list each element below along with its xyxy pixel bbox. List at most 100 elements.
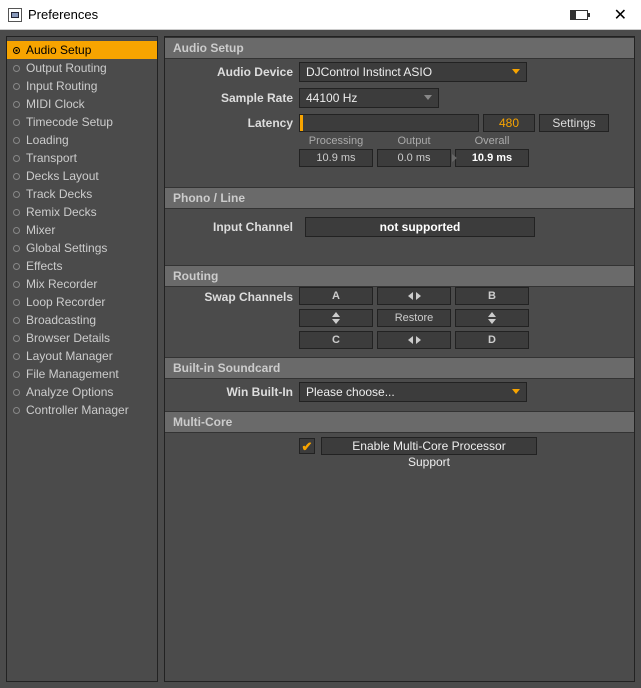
latency-values: 10.9 ms 0.0 ms 10.9 ms xyxy=(299,149,634,167)
label-latency: Latency xyxy=(173,116,293,130)
sidebar-item-browser-details[interactable]: Browser Details xyxy=(7,329,157,347)
sidebar-item-loading[interactable]: Loading xyxy=(7,131,157,149)
dropdown-win-builtin[interactable]: Please choose... xyxy=(299,382,527,402)
section-multi-core: Multi-Core xyxy=(165,411,634,433)
sidebar-item-loop-recorder[interactable]: Loop Recorder xyxy=(7,293,157,311)
radio-icon xyxy=(13,173,20,180)
sidebar-item-remix-decks[interactable]: Remix Decks xyxy=(7,203,157,221)
radio-icon xyxy=(13,335,20,342)
window-title: Preferences xyxy=(28,7,570,22)
chevron-down-icon xyxy=(512,389,520,394)
dropdown-sample-rate[interactable]: 44100 Hz xyxy=(299,88,439,108)
restore-button[interactable]: Restore xyxy=(377,309,451,327)
radio-icon xyxy=(13,263,20,270)
dropdown-win-builtin-value: Please choose... xyxy=(306,385,395,399)
multicore-checkbox[interactable]: ✔ xyxy=(299,438,315,454)
label-swap-channels: Swap Channels xyxy=(173,290,293,304)
sidebar-item-decks-layout[interactable]: Decks Layout xyxy=(7,167,157,185)
sidebar-item-label: Remix Decks xyxy=(26,205,97,219)
sidebar-item-layout-manager[interactable]: Layout Manager xyxy=(7,347,157,365)
section-audio-setup: Audio Setup xyxy=(165,37,634,59)
sidebar-item-label: Browser Details xyxy=(26,331,110,345)
sidebar-item-output-routing[interactable]: Output Routing xyxy=(7,59,157,77)
swap-b-d-button[interactable] xyxy=(455,309,529,327)
sidebar-item-controller-manager[interactable]: Controller Manager xyxy=(7,401,157,419)
swap-a-button[interactable]: A xyxy=(299,287,373,305)
section-routing: Routing xyxy=(165,265,634,287)
arrow-right-icon xyxy=(452,154,457,162)
sidebar-item-label: Layout Manager xyxy=(26,349,113,363)
sidebar-item-label: Broadcasting xyxy=(26,313,96,327)
sidebar-item-global-settings[interactable]: Global Settings xyxy=(7,239,157,257)
sidebar-item-label: Loop Recorder xyxy=(26,295,105,309)
sidebar-item-file-management[interactable]: File Management xyxy=(7,365,157,383)
sidebar-item-analyze-options[interactable]: Analyze Options xyxy=(7,383,157,401)
radio-icon xyxy=(13,191,20,198)
sidebar-item-label: Effects xyxy=(26,259,62,273)
sidebar-item-track-decks[interactable]: Track Decks xyxy=(7,185,157,203)
input-channel-value: not supported xyxy=(305,217,535,237)
sidebar-item-mix-recorder[interactable]: Mix Recorder xyxy=(7,275,157,293)
sidebar-item-label: MIDI Clock xyxy=(26,97,85,111)
radio-icon xyxy=(13,101,20,108)
arrow-down-icon xyxy=(332,319,340,324)
latency-value[interactable]: 480 xyxy=(483,114,535,132)
sidebar-item-transport[interactable]: Transport xyxy=(7,149,157,167)
lat-hdr-output: Output xyxy=(377,135,451,147)
arrow-up-icon xyxy=(332,312,340,317)
sidebar-item-effects[interactable]: Effects xyxy=(7,257,157,275)
sidebar-item-input-routing[interactable]: Input Routing xyxy=(7,77,157,95)
sidebar-item-audio-setup[interactable]: Audio Setup xyxy=(7,41,157,59)
dropdown-audio-device[interactable]: DJControl Instinct ASIO xyxy=(299,62,527,82)
chevron-down-icon xyxy=(512,69,520,74)
swap-c-d-button[interactable] xyxy=(377,331,451,349)
sidebar-item-label: Transport xyxy=(26,151,77,165)
sidebar-item-label: Loading xyxy=(26,133,69,147)
sidebar-item-timecode-setup[interactable]: Timecode Setup xyxy=(7,113,157,131)
sidebar-item-label: Mix Recorder xyxy=(26,277,97,291)
sidebar-item-label: Mixer xyxy=(26,223,55,237)
sidebar-item-mixer[interactable]: Mixer xyxy=(7,221,157,239)
swap-d-button[interactable]: D xyxy=(455,331,529,349)
preferences-window: Preferences ✕ Audio Setup Output Routing I… xyxy=(0,0,641,688)
swap-a-b-button[interactable] xyxy=(377,287,451,305)
lat-hdr-overall: Overall xyxy=(455,135,529,147)
lat-val-overall: 10.9 ms xyxy=(455,149,529,167)
label-input-channel: Input Channel xyxy=(173,220,293,234)
label-win-builtin: Win Built-In xyxy=(173,385,293,399)
swap-c-button[interactable]: C xyxy=(299,331,373,349)
dropdown-sample-rate-value: 44100 Hz xyxy=(306,91,357,105)
radio-icon xyxy=(13,227,20,234)
arrow-up-icon xyxy=(488,312,496,317)
sidebar-item-midi-clock[interactable]: MIDI Clock xyxy=(7,95,157,113)
body: Audio Setup Output Routing Input Routing MI… xyxy=(0,30,641,688)
settings-button[interactable]: Settings xyxy=(539,114,609,132)
close-button[interactable]: ✕ xyxy=(608,3,633,27)
arrow-left-icon xyxy=(408,292,413,300)
radio-icon xyxy=(13,65,20,72)
radio-icon xyxy=(13,299,20,306)
section-builtin-soundcard: Built-in Soundcard xyxy=(165,357,634,379)
swap-a-c-button[interactable] xyxy=(299,309,373,327)
sidebar-item-broadcasting[interactable]: Broadcasting xyxy=(7,311,157,329)
swap-b-button[interactable]: B xyxy=(455,287,529,305)
latency-headers: Processing Output Overall xyxy=(299,135,634,147)
app-icon xyxy=(8,8,22,22)
radio-icon xyxy=(13,317,20,324)
latency-slider[interactable] xyxy=(299,114,479,132)
sidebar-item-label: Global Settings xyxy=(26,241,107,255)
radio-icon xyxy=(13,407,20,414)
lat-val-processing: 10.9 ms xyxy=(299,149,373,167)
arrow-left-icon xyxy=(408,336,413,344)
sidebar-item-label: Track Decks xyxy=(26,187,92,201)
radio-icon xyxy=(13,155,20,162)
sidebar-item-label: Output Routing xyxy=(26,61,107,75)
label-audio-device: Audio Device xyxy=(173,65,293,79)
sidebar-item-label: Analyze Options xyxy=(26,385,113,399)
label-sample-rate: Sample Rate xyxy=(173,91,293,105)
sidebar: Audio Setup Output Routing Input Routing MI… xyxy=(6,36,158,682)
multicore-label: Enable Multi-Core Processor Support xyxy=(321,437,537,455)
chevron-down-icon xyxy=(424,95,432,100)
radio-icon xyxy=(13,371,20,378)
sidebar-item-label: Audio Setup xyxy=(26,43,91,57)
